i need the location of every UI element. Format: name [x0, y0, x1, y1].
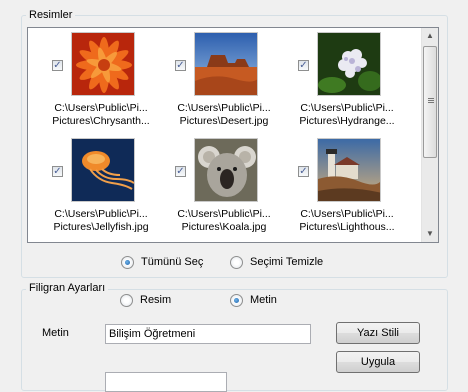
secondary-input[interactable]	[105, 372, 227, 392]
list-item[interactable]: ✓ C:\Users\Public\Pi... Pictures\Jellyfi…	[40, 138, 162, 238]
koala-thumbnail	[194, 138, 258, 202]
images-group-title: Resimler	[26, 9, 76, 22]
image-list[interactable]: ✓ C:\Users\Public\Pi... Pictures\Chrysan…	[27, 27, 439, 243]
clear-selection-radio[interactable]	[230, 256, 243, 269]
item-caption: C:\Users\Public\Pi... Pictures\Lighthous…	[299, 208, 395, 233]
list-item[interactable]: ✓ C:\Users\Public\Pi... Pictures\Hydrang…	[286, 32, 408, 132]
text-field-label: Metin	[42, 327, 69, 339]
list-item[interactable]: ✓ C:\Users\Public\Pi... Pictures\Chrysan…	[40, 32, 162, 132]
item-caption: C:\Users\Public\Pi... Pictures\Chrysanth…	[52, 102, 150, 127]
text-option-radio[interactable]	[230, 294, 243, 307]
list-item[interactable]: ✓ C:\Users\Public\Pi... Pictures\Desert.…	[163, 32, 285, 132]
jellyfish-thumbnail	[71, 138, 135, 202]
scroll-up-arrow-icon[interactable]: ▲	[422, 28, 438, 44]
list-item[interactable]: ✓ C:\Users\Public\Pi... Pictures\Lightho…	[286, 138, 408, 238]
hydrangea-thumbnail	[317, 32, 381, 96]
image-option-label[interactable]: Resim	[140, 294, 171, 307]
scroll-down-arrow-icon[interactable]: ▼	[422, 226, 438, 242]
item-checkbox[interactable]: ✓	[175, 166, 186, 177]
item-checkbox[interactable]: ✓	[52, 166, 63, 177]
image-option-radio[interactable]	[120, 294, 133, 307]
item-checkbox[interactable]: ✓	[175, 60, 186, 71]
scroll-thumb[interactable]	[423, 46, 437, 158]
item-checkbox[interactable]: ✓	[298, 60, 309, 71]
watermark-group-title: Filigran Ayarları	[26, 282, 109, 295]
lighthouse-thumbnail	[317, 138, 381, 202]
watermark-text-input[interactable]: Bilişim Öğretmeni	[105, 324, 311, 344]
text-option-label[interactable]: Metin	[250, 294, 277, 307]
select-all-radio[interactable]	[121, 256, 134, 269]
list-scrollbar[interactable]: ▲ ▼	[421, 28, 438, 242]
font-style-button[interactable]: Yazı Stili	[336, 322, 420, 344]
clear-selection-label[interactable]: Seçimi Temizle	[250, 256, 323, 269]
item-caption: C:\Users\Public\Pi... Pictures\Desert.jp…	[177, 102, 271, 127]
select-all-label[interactable]: Tümünü Seç	[141, 256, 203, 269]
item-checkbox[interactable]: ✓	[52, 60, 63, 71]
chrysanthemum-thumbnail	[71, 32, 135, 96]
item-checkbox[interactable]: ✓	[298, 166, 309, 177]
item-caption: C:\Users\Public\Pi... Pictures\Koala.jpg	[177, 208, 271, 233]
item-caption: C:\Users\Public\Pi... Pictures\Hydrange.…	[299, 102, 395, 127]
item-caption: C:\Users\Public\Pi... Pictures\Jellyfish…	[53, 208, 149, 233]
desert-thumbnail	[194, 32, 258, 96]
apply-button[interactable]: Uygula	[336, 351, 420, 373]
list-item[interactable]: ✓ C:\Users\Public\Pi... Pictures\Koala.j…	[163, 138, 285, 238]
